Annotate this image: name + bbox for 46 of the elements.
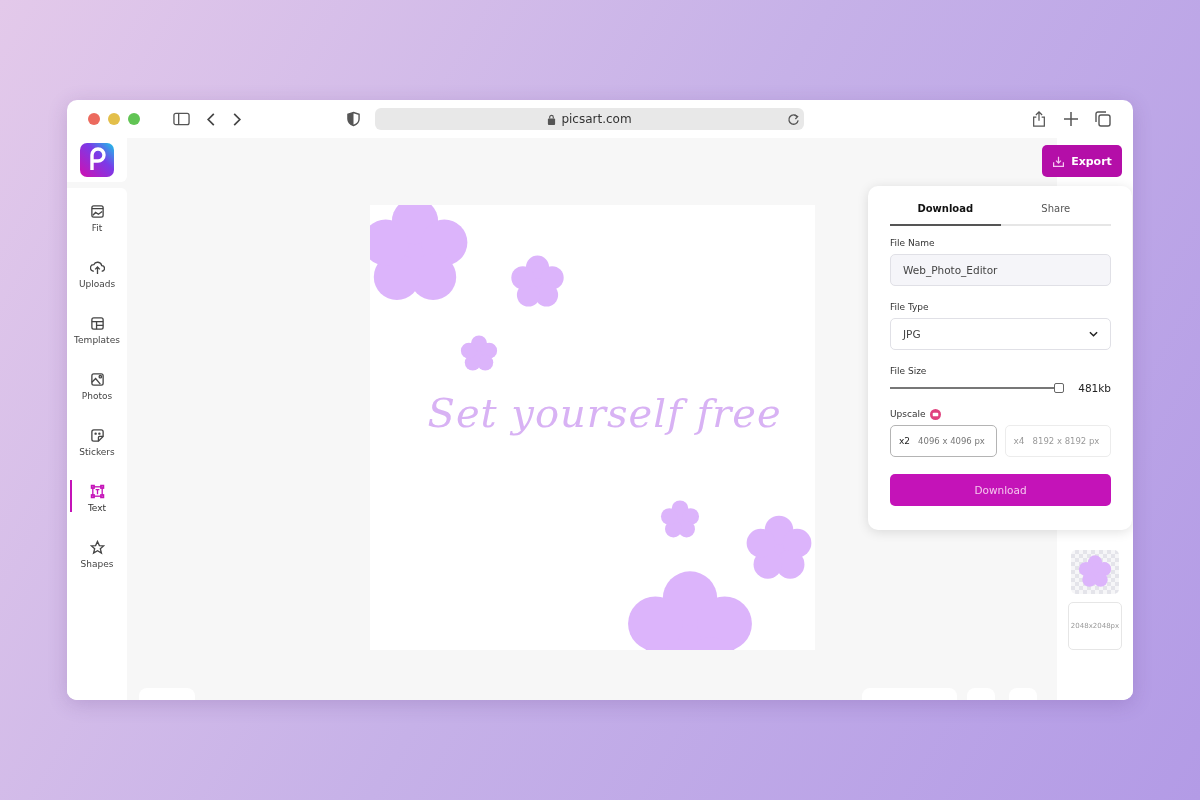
reload-icon[interactable] [787, 112, 800, 126]
lock-icon [547, 113, 557, 125]
file-name-field[interactable]: Web_Photo_Editor [890, 254, 1111, 286]
sticker-icon [89, 428, 105, 443]
panel-tab[interactable]: Download [890, 192, 1001, 226]
layout-icon [89, 316, 105, 331]
zoom-dot-icon[interactable] [128, 113, 140, 125]
sidebar-item[interactable]: Templates [67, 316, 127, 372]
sidebar-item[interactable]: Photos [67, 372, 127, 428]
sidebar-item[interactable]: Fit [67, 204, 127, 260]
flower-icon [1078, 555, 1112, 589]
new-tab-icon[interactable] [1063, 111, 1079, 127]
download-button[interactable]: Download [890, 474, 1111, 506]
image-icon [89, 372, 105, 387]
cloud-upload-icon [89, 260, 105, 275]
landscape-frame-icon [89, 204, 105, 219]
minimize-dot-icon[interactable] [108, 113, 120, 125]
slider-thumb[interactable] [1053, 383, 1064, 393]
forward-icon[interactable] [232, 111, 242, 127]
premium-badge-icon [929, 409, 941, 420]
field-label: File Size [890, 366, 928, 376]
chevron-down-icon [1089, 331, 1098, 337]
download-icon [1052, 154, 1066, 168]
sidebar-item[interactable]: Stickers [67, 428, 127, 484]
sidebar-item[interactable]: Uploads [67, 260, 127, 316]
close-dot-icon[interactable] [88, 113, 100, 125]
panel-tab[interactable]: Share [1000, 192, 1111, 226]
shield-icon[interactable] [347, 111, 360, 127]
file-type-dropdown[interactable]: JPG [890, 318, 1111, 350]
field-label: File Type [890, 302, 930, 312]
star-icon [89, 540, 105, 555]
back-icon[interactable] [206, 111, 216, 127]
sidebar-item[interactable]: Text [67, 484, 127, 540]
sidebar-toggle-icon[interactable] [173, 111, 190, 127]
file-size-reading: 481kb [1078, 382, 1111, 394]
export-button[interactable]: Export [1042, 145, 1122, 177]
share-icon[interactable] [1031, 111, 1047, 127]
field-label: File Name [890, 238, 936, 248]
upscale-option[interactable]: x2 4096 x 4096 px [890, 425, 997, 457]
field-label: Upscale [890, 409, 926, 419]
layer-thumbnail[interactable] [1071, 550, 1119, 594]
address-bar[interactable]: picsart.com [375, 108, 804, 130]
text-box-icon [89, 484, 105, 499]
sidebar-item[interactable]: Shapes [67, 540, 127, 596]
tabs-overview-icon[interactable] [1095, 111, 1111, 127]
app-logo-icon[interactable] [80, 143, 114, 177]
